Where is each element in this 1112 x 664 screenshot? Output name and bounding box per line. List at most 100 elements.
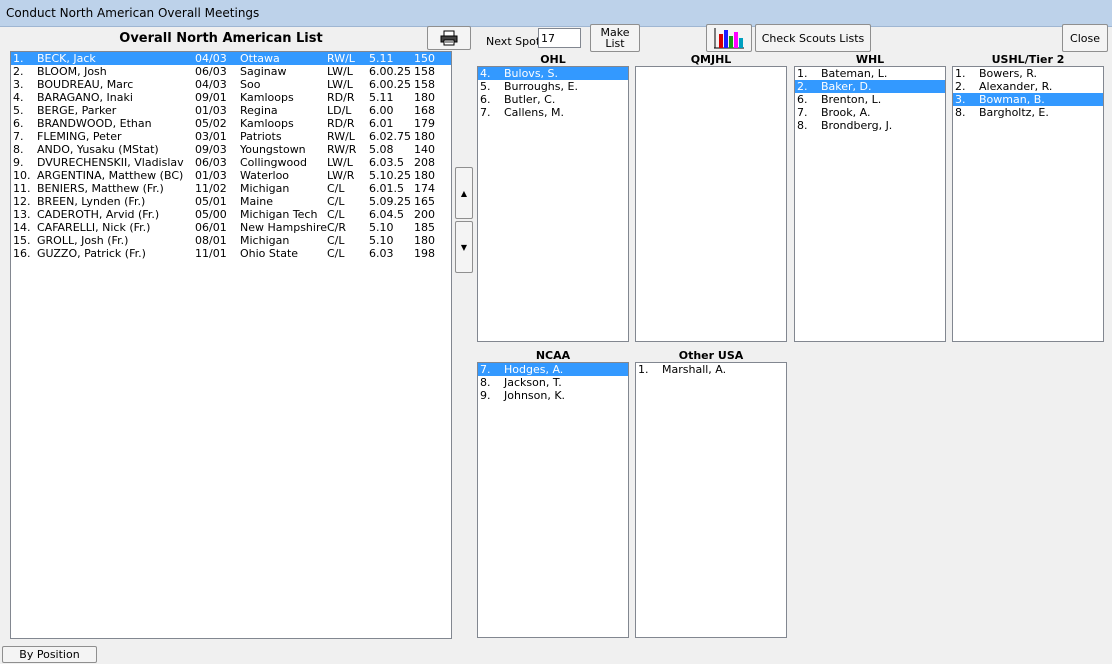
player-name: BLOOM, Josh	[37, 65, 107, 78]
overall-list-row[interactable]: 5. BERGE, Parker 01/03 Regina LD/L 6.00 168	[11, 104, 451, 117]
height: 5.10	[369, 234, 394, 247]
ncaa-list-item[interactable]: 8. Jackson, T.	[478, 376, 628, 389]
ohl-list-item[interactable]: 4. Bulovs, S.	[478, 67, 628, 80]
weight: 180	[414, 91, 435, 104]
height: 6.00	[369, 104, 394, 117]
position: C/R	[327, 221, 347, 234]
item-number: 7.	[480, 106, 491, 119]
position: C/L	[327, 208, 345, 221]
make-list-label-line2: List	[605, 37, 625, 50]
whl-list-item[interactable]: 2. Baker, D.	[795, 80, 945, 93]
birth-date: 06/03	[195, 65, 227, 78]
overall-list-row[interactable]: 14. CAFARELLI, Nick (Fr.) 06/01 New Hampshi…	[11, 221, 451, 234]
move-down-button[interactable]: ▼	[455, 221, 473, 273]
position: RW/R	[327, 143, 357, 156]
team-name: Ottawa	[240, 52, 280, 65]
row-number: 13.	[13, 208, 31, 221]
row-number: 11.	[13, 182, 31, 195]
ushl-list-item[interactable]: 1. Bowers, R.	[953, 67, 1103, 80]
ncaa-list-item[interactable]: 9. Johnson, K.	[478, 389, 628, 402]
overall-list-row[interactable]: 3. BOUDREAU, Marc 04/03 Soo LW/L 6.00.25 158	[11, 78, 451, 91]
weight: 168	[414, 104, 435, 117]
whl-list-item[interactable]: 8. Brondberg, J.	[795, 119, 945, 132]
check-scouts-lists-button[interactable]: Check Scouts Lists	[755, 24, 871, 52]
make-list-button[interactable]: Make List	[590, 24, 640, 52]
ohl-list-item[interactable]: 6. Butler, C.	[478, 93, 628, 106]
overall-list-row[interactable]: 8. ANDO, Yusaku (MStat) 09/03 Youngstown RW/…	[11, 143, 451, 156]
item-name: Bateman, L.	[821, 67, 888, 80]
overall-list[interactable]: 1. BECK, Jack 04/03 Ottawa RW/L 5.11 150 2. BLOO…	[10, 51, 452, 639]
row-number: 5.	[13, 104, 24, 117]
overall-list-row[interactable]: 9. DVURECHENSKII, Vladislav 06/03 Collingwo…	[11, 156, 451, 169]
whl-list-item[interactable]: 7. Brook, A.	[795, 106, 945, 119]
player-name: BERGE, Parker	[37, 104, 117, 117]
ohl-list[interactable]: 4. Bulovs, S. 5. Burroughs, E. 6. Butler, C. 7…	[477, 66, 629, 342]
overall-list-row[interactable]: 16. GUZZO, Patrick (Fr.) 11/01 Ohio State C/…	[11, 247, 451, 260]
ushl-heading: USHL/Tier 2	[991, 53, 1065, 66]
chart-button[interactable]	[706, 24, 752, 52]
overall-list-row[interactable]: 1. BECK, Jack 04/03 Ottawa RW/L 5.11 150	[11, 52, 451, 65]
row-number: 7.	[13, 130, 24, 143]
ushl-list-item[interactable]: 2. Alexander, R.	[953, 80, 1103, 93]
player-name: BENIERS, Matthew (Fr.)	[37, 182, 164, 195]
player-name: GUZZO, Patrick (Fr.)	[37, 247, 146, 260]
overall-list-row[interactable]: 4. BARAGANO, Inaki 09/01 Kamloops RD/R 5.11 18…	[11, 91, 451, 104]
other-usa-list[interactable]: 1. Marshall, A.	[635, 362, 787, 638]
overall-list-row[interactable]: 15. GROLL, Josh (Fr.) 08/01 Michigan C/L 5.10…	[11, 234, 451, 247]
height: 6.04.5	[369, 208, 404, 221]
weight: 208	[414, 156, 435, 169]
player-name: BREEN, Lynden (Fr.)	[37, 195, 146, 208]
overall-list-row[interactable]: 12. BREEN, Lynden (Fr.) 05/01 Maine C/L 5.09.…	[11, 195, 451, 208]
arrow-up-icon: ▲	[460, 188, 468, 198]
team-name: Soo	[240, 78, 261, 91]
ushl-list-item[interactable]: 3. Bowman, B.	[953, 93, 1103, 106]
ohl-heading: OHL	[540, 53, 566, 66]
ohl-list-item[interactable]: 5. Burroughs, E.	[478, 80, 628, 93]
height: 5.09.25	[369, 195, 411, 208]
player-name: CADEROTH, Arvid (Fr.)	[37, 208, 160, 221]
team-name: Patriots	[240, 130, 282, 143]
overall-list-row[interactable]: 2. BLOOM, Josh 06/03 Saginaw LW/L 6.00.25 158	[11, 65, 451, 78]
team-name: Michigan Tech	[240, 208, 318, 221]
next-spot-input[interactable]	[538, 28, 581, 48]
other-usa-heading: Other USA	[678, 349, 744, 362]
overall-list-title: Overall North American List	[119, 31, 323, 46]
player-name: BARAGANO, Inaki	[37, 91, 133, 104]
birth-date: 08/01	[195, 234, 227, 247]
ncaa-heading: NCAA	[535, 349, 571, 362]
height: 6.01	[369, 117, 394, 130]
player-name: GROLL, Josh (Fr.)	[37, 234, 129, 247]
print-button[interactable]	[427, 26, 471, 50]
team-name: Maine	[240, 195, 274, 208]
item-number: 5.	[480, 80, 491, 93]
ohl-list-item[interactable]: 7. Callens, M.	[478, 106, 628, 119]
qmjhl-list[interactable]	[635, 66, 787, 342]
overall-list-row[interactable]: 10. ARGENTINA, Matthew (BC) 01/03 Waterloo L…	[11, 169, 451, 182]
ncaa-list[interactable]: 7. Hodges, A. 8. Jackson, T. 9. Johnson, K.	[477, 362, 629, 638]
item-name: Baker, D.	[821, 80, 872, 93]
whl-list-item[interactable]: 1. Bateman, L.	[795, 67, 945, 80]
position: RD/R	[327, 91, 355, 104]
row-number: 14.	[13, 221, 31, 234]
player-name: CAFARELLI, Nick (Fr.)	[37, 221, 151, 234]
whl-list[interactable]: 1. Bateman, L. 2. Baker, D. 6. Brenton, L. 7. B…	[794, 66, 946, 342]
window-titlebar: Conduct North American Overall Meetings	[0, 0, 1112, 27]
close-button[interactable]: Close	[1062, 24, 1108, 52]
move-up-button[interactable]: ▲	[455, 167, 473, 219]
item-name: Bargholtz, E.	[979, 106, 1049, 119]
position: LD/L	[327, 104, 352, 117]
overall-list-row[interactable]: 13. CADEROTH, Arvid (Fr.) 05/00 Michigan Te…	[11, 208, 451, 221]
by-position-button[interactable]: By Position	[2, 646, 97, 663]
other-usa-list-item[interactable]: 1. Marshall, A.	[636, 363, 786, 376]
whl-list-item[interactable]: 6. Brenton, L.	[795, 93, 945, 106]
ushl-list-item[interactable]: 8. Bargholtz, E.	[953, 106, 1103, 119]
ushl-list[interactable]: 1. Bowers, R. 2. Alexander, R. 3. Bowman, B. 8…	[952, 66, 1104, 342]
overall-list-row[interactable]: 7. FLEMING, Peter 03/01 Patriots RW/L 6.02.75…	[11, 130, 451, 143]
height: 5.08	[369, 143, 394, 156]
birth-date: 04/03	[195, 78, 227, 91]
overall-list-row[interactable]: 6. BRANDWOOD, Ethan 05/02 Kamloops RD/R 6.01 1…	[11, 117, 451, 130]
overall-list-row[interactable]: 11. BENIERS, Matthew (Fr.) 11/02 Michigan C/…	[11, 182, 451, 195]
ncaa-list-item[interactable]: 7. Hodges, A.	[478, 363, 628, 376]
player-name: BRANDWOOD, Ethan	[37, 117, 152, 130]
item-name: Hodges, A.	[504, 363, 564, 376]
